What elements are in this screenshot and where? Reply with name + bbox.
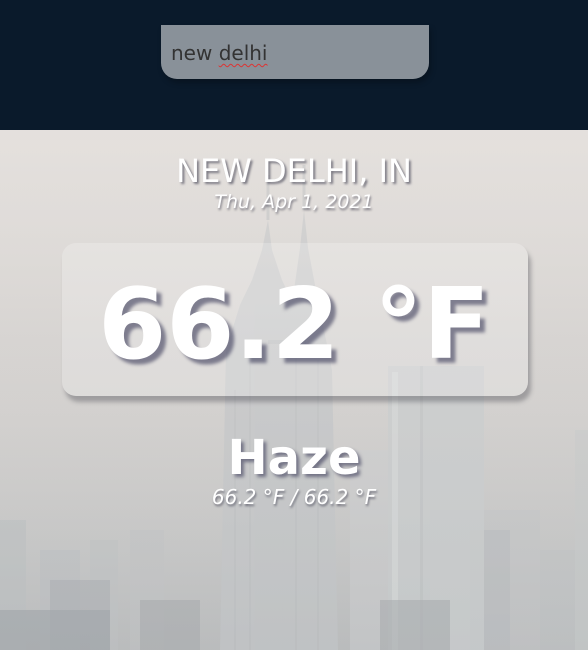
current-temperature: 66.2 °F bbox=[98, 268, 490, 382]
weather-condition: Haze bbox=[227, 430, 361, 486]
current-date: Thu, Apr 1, 2021 bbox=[214, 191, 374, 213]
spellcheck-underline-word: delhi bbox=[218, 41, 268, 65]
weather-app: new delhi NEW DELHI, IN Thu, Apr 1, 2021… bbox=[0, 0, 588, 650]
search-input-value: new delhi bbox=[171, 41, 268, 65]
high-low-temperature: 66.2 °F / 66.2 °F bbox=[211, 485, 377, 509]
location-name: NEW DELHI, IN bbox=[176, 152, 412, 190]
